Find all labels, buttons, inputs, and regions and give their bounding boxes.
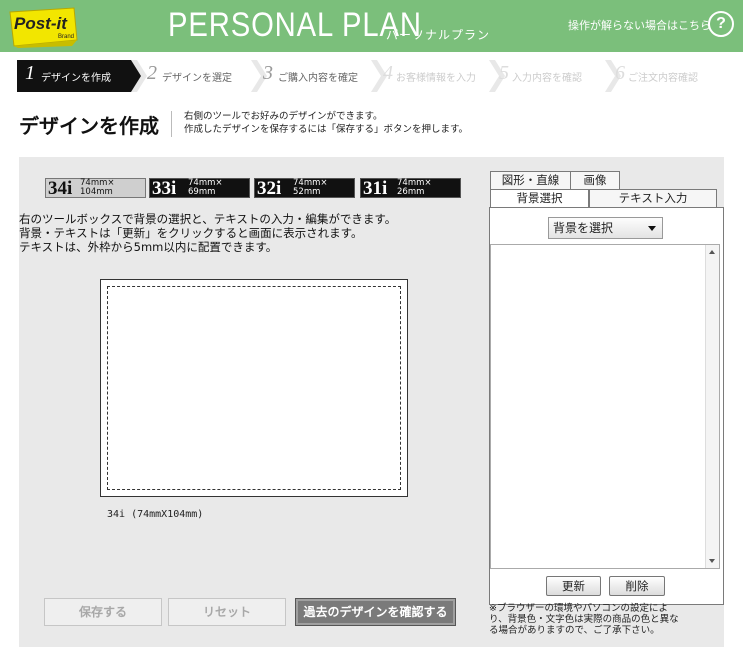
design-canvas[interactable] — [100, 279, 408, 497]
step-1-label: デザインを作成 — [41, 73, 111, 84]
background-select-value: 背景を選択 — [553, 221, 614, 235]
background-select-dropdown[interactable]: 背景を選択 — [548, 217, 663, 239]
step-3-label: ご購入内容を確定 — [278, 73, 358, 84]
step-progress-bar: 1 デザインを作成 2 デザインを選定 3 ご購入内容を確定 4 お客様情報を入… — [17, 60, 726, 92]
chevron-down-icon — [648, 226, 656, 231]
size-tab-34i-dim2: 104mm — [80, 187, 113, 197]
header-bar: Post-it Brand PERSONAL PLAN パーソナルプラン 操作が… — [0, 0, 743, 52]
description-line-2: 作成したデザインを保存するには「保存する」ボタンを押します。 — [184, 124, 469, 135]
description-line-1: 右側のツールでお好みのデザインができます。 — [184, 111, 383, 122]
delete-button[interactable]: 削除 — [609, 576, 665, 596]
logo-subtext: Brand — [58, 34, 75, 40]
scroll-up-icon[interactable] — [709, 250, 715, 254]
tab-text-input[interactable]: テキスト入力 — [589, 189, 717, 207]
post-it-logo[interactable]: Post-it Brand — [6, 6, 80, 48]
size-tab-33i-dims: 74mm× 69mm — [188, 179, 223, 197]
size-tab-34i[interactable]: 34i 74mm× 104mm — [45, 178, 146, 199]
step-5-number: 5 — [499, 62, 509, 84]
canvas-size-caption: 34i (74mmX104mm) — [107, 509, 204, 520]
logo-text: Post-it — [14, 14, 67, 33]
instruction-line-1: 右のツールボックスで背景の選択と、テキストの入力・編集ができます。 — [19, 212, 397, 226]
page-description: 右側のツールでお好みのデザインができます。 作成したデザインを保存するには「保存… — [184, 110, 468, 136]
help-icon[interactable]: ? — [708, 11, 734, 37]
step-4-number: 4 — [383, 62, 393, 84]
title-divider — [171, 111, 172, 137]
size-tab-31i-dims: 74mm× 26mm — [397, 179, 432, 197]
page-title: デザインを作成 — [19, 114, 159, 138]
step-1-number: 1 — [25, 62, 35, 84]
step-4: 4 お客様情報を入力 — [377, 60, 499, 92]
step-6-number: 6 — [615, 62, 625, 84]
step-2: 2 デザインを選定 — [137, 60, 261, 92]
brand-subtitle: パーソナルプラン — [386, 28, 491, 42]
reset-button[interactable]: リセット — [168, 598, 286, 626]
tab-image[interactable]: 画像 — [570, 171, 620, 189]
step-4-label: お客様情報を入力 — [396, 73, 476, 84]
step-6-label: ご注文内容確認 — [628, 73, 698, 84]
size-tab-32i-code: 32i — [257, 178, 282, 199]
size-tab-33i[interactable]: 33i 74mm× 69mm — [149, 178, 250, 199]
size-tab-32i-dim2: 52mm — [293, 187, 321, 197]
size-tab-31i-code: 31i — [363, 178, 388, 199]
tab-background-select[interactable]: 背景選択 — [490, 189, 589, 208]
size-tab-31i-dim2: 26mm — [397, 187, 425, 197]
note-line-1: ※ブラウザーの環境やパソコンの設定によ — [489, 603, 668, 614]
note-line-2: り、背景色・文字色は実際の商品の色と異な — [489, 614, 679, 625]
size-tab-33i-code: 33i — [152, 178, 177, 199]
step-1: 1 デザインを作成 — [17, 60, 141, 92]
background-list-scrollbar[interactable] — [705, 245, 719, 568]
update-button[interactable]: 更新 — [546, 576, 601, 596]
safe-area-guide — [107, 286, 401, 490]
step-5: 5 入力内容を確認 — [495, 60, 615, 92]
size-tab-34i-code: 34i — [48, 178, 73, 199]
size-tab-33i-dim2: 69mm — [188, 187, 216, 197]
instructions: 右のツールボックスで背景の選択と、テキストの入力・編集ができます。 背景・テキス… — [19, 212, 396, 254]
brand-title: PERSONAL PLAN — [168, 6, 422, 44]
scroll-down-icon[interactable] — [709, 559, 715, 563]
background-list[interactable] — [490, 244, 720, 569]
step-6: 6 ご注文内容確認 — [611, 60, 726, 92]
step-5-label: 入力内容を確認 — [512, 73, 582, 84]
view-past-designs-button[interactable]: 過去のデザインを確認する — [295, 598, 456, 626]
note-line-3: る場合がありますので、ご了承下さい。 — [489, 625, 660, 636]
step-3: 3 ご購入内容を確定 — [257, 60, 381, 92]
instruction-line-3: テキストは、外枠から5mm以内に配置できます。 — [19, 240, 278, 254]
size-tab-32i-dims: 74mm× 52mm — [293, 179, 328, 197]
size-tab-32i[interactable]: 32i 74mm× 52mm — [254, 178, 355, 199]
help-link[interactable]: 操作が解らない場合はこちら — [568, 17, 711, 33]
instruction-line-2: 背景・テキストは「更新」をクリックすると画面に表示されます。 — [19, 226, 363, 240]
step-3-number: 3 — [263, 62, 273, 84]
tab-shapes-lines[interactable]: 図形・直線 — [490, 171, 571, 189]
size-tab-34i-dims: 74mm× 104mm — [80, 179, 115, 197]
size-tab-31i[interactable]: 31i 74mm× 26mm — [360, 178, 461, 199]
color-disclaimer-note: ※ブラウザーの環境やパソコンの設定によ り、背景色・文字色は実際の商品の色と異な… — [489, 603, 724, 636]
save-button[interactable]: 保存する — [44, 598, 162, 626]
step-2-label: デザインを選定 — [162, 73, 232, 84]
step-2-number: 2 — [147, 62, 157, 84]
